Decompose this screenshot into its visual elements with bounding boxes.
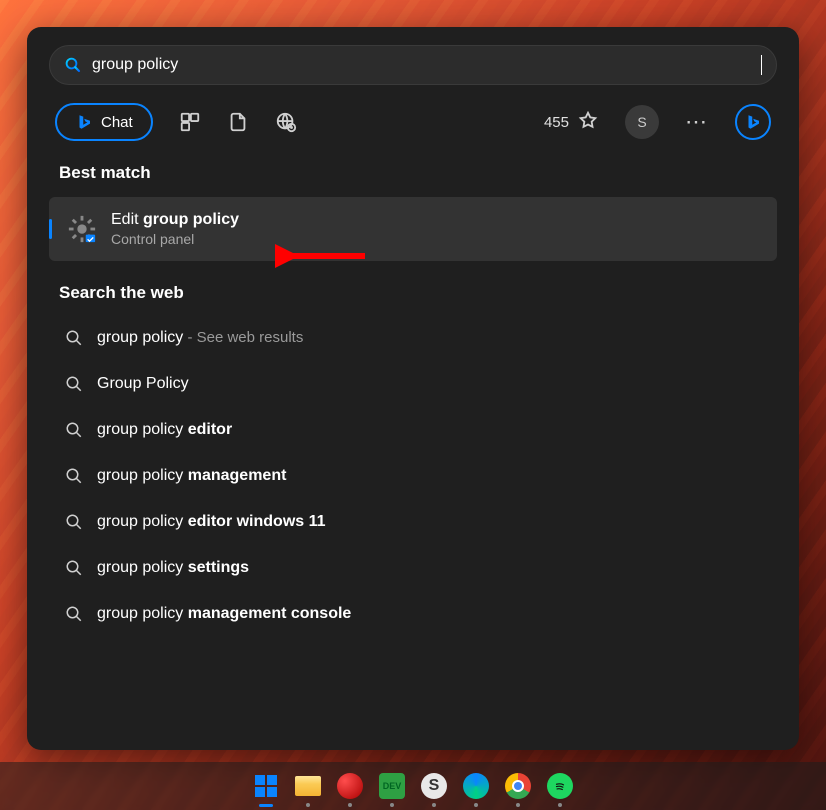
search-input[interactable]: [92, 56, 759, 74]
search-toolbar: Chat 455 S ⋯: [49, 103, 777, 141]
web-result-prefix: group policy: [97, 513, 188, 530]
chat-tab-label: Chat: [101, 114, 133, 131]
web-result-prefix: Group Policy: [97, 375, 189, 392]
web-results-list: group policy - See web results Group Poli…: [55, 317, 777, 635]
best-match-result[interactable]: Edit group policy Control panel: [49, 197, 777, 261]
taskbar-edge[interactable]: [461, 771, 491, 801]
avatar-initial: S: [637, 114, 646, 130]
best-match-title-prefix: Edit: [111, 211, 143, 228]
start-search-panel: Chat 455 S ⋯ Best match: [27, 27, 799, 750]
user-avatar[interactable]: S: [625, 105, 659, 139]
taskbar-spotify[interactable]: [545, 771, 575, 801]
web-result-bold: editor windows 11: [188, 513, 326, 530]
taskbar: DEV S: [0, 762, 826, 810]
chat-tab[interactable]: Chat: [55, 103, 153, 141]
web-result-prefix: group policy: [97, 421, 188, 438]
taskbar-sublime[interactable]: S: [419, 771, 449, 801]
taskbar-start[interactable]: [251, 771, 281, 801]
apps-tab-icon[interactable]: [179, 111, 201, 133]
web-result-4[interactable]: group policy editor windows 11: [55, 501, 777, 543]
best-match-subtitle: Control panel: [111, 231, 239, 247]
web-result-3[interactable]: group policy management: [55, 455, 777, 497]
web-result-2[interactable]: group policy editor: [55, 409, 777, 451]
documents-tab-icon[interactable]: [227, 111, 249, 133]
points-value: 455: [544, 114, 569, 131]
web-result-0[interactable]: group policy - See web results: [55, 317, 777, 359]
rewards-icon: [577, 111, 599, 133]
web-result-suffix: - See web results: [183, 329, 303, 346]
bing-chat-button[interactable]: [735, 104, 771, 140]
control-panel-icon: [67, 214, 97, 244]
search-box[interactable]: [49, 45, 777, 85]
more-options-icon[interactable]: ⋯: [685, 109, 709, 135]
web-result-prefix: group policy: [97, 605, 188, 622]
bing-icon: [75, 113, 93, 131]
rewards-points[interactable]: 455: [544, 111, 599, 133]
web-result-1[interactable]: Group Policy: [55, 363, 777, 405]
bing-chat-icon: [744, 113, 762, 131]
taskbar-dev[interactable]: DEV: [377, 771, 407, 801]
taskbar-chrome[interactable]: [503, 771, 533, 801]
web-result-bold: settings: [188, 559, 249, 576]
web-result-6[interactable]: group policy management console: [55, 593, 777, 635]
taskbar-explorer[interactable]: [293, 771, 323, 801]
web-tab-icon[interactable]: [275, 111, 297, 133]
web-result-bold: management console: [188, 605, 352, 622]
best-match-title-bold: group policy: [143, 211, 239, 228]
best-match-text: Edit group policy Control panel: [111, 211, 239, 247]
taskbar-opera[interactable]: [335, 771, 365, 801]
search-web-heading: Search the web: [59, 283, 777, 303]
web-result-5[interactable]: group policy settings: [55, 547, 777, 589]
web-result-bold: editor: [188, 421, 232, 438]
web-result-bold: management: [188, 467, 287, 484]
text-cursor: [761, 55, 762, 75]
web-result-prefix: group policy: [97, 329, 183, 346]
web-result-prefix: group policy: [97, 467, 188, 484]
best-match-heading: Best match: [59, 163, 777, 183]
web-result-prefix: group policy: [97, 559, 188, 576]
search-icon: [64, 56, 82, 74]
